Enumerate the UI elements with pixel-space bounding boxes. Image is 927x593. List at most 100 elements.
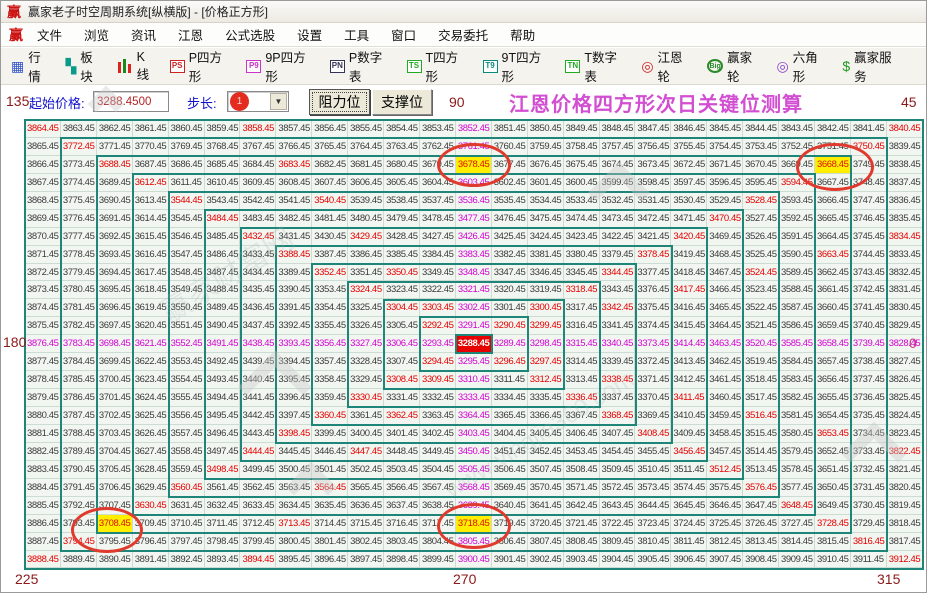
- grid-cell: 3762.45: [420, 138, 456, 156]
- grid-cell: 3767.45: [240, 138, 276, 156]
- grid-cell: 3736.45: [851, 389, 887, 407]
- toolbar-item[interactable]: T99T四方形: [483, 47, 553, 85]
- toolbar-item[interactable]: TNT数字表: [565, 47, 628, 85]
- start-price-input[interactable]: [93, 91, 169, 112]
- grid-cell: 3480.45: [348, 210, 384, 228]
- grid-cell: 3332.45: [420, 389, 456, 407]
- gann-square-cells: 3864.453863.453862.453861.453860.453859.…: [25, 120, 923, 568]
- grid-cell: 3566.45: [384, 479, 420, 497]
- grid-cell: 3721.45: [564, 515, 600, 533]
- menu-item-8[interactable]: 交易委托: [438, 25, 488, 44]
- toolbar-item[interactable]: P99P四方形: [246, 47, 317, 85]
- gann-wheel-icon: ◎: [641, 59, 653, 73]
- grid-cell: 3308.45: [384, 371, 420, 389]
- grid-cell: 3540.45: [312, 192, 348, 210]
- grid-cell: 3561.45: [205, 479, 241, 497]
- grid-cell: 3760.45: [492, 138, 528, 156]
- grid-cell: 3612.45: [133, 174, 169, 192]
- grid-cell: 3460.45: [707, 389, 743, 407]
- grid-cell: 3425.45: [492, 228, 528, 246]
- grid-cell: 3861.45: [133, 120, 169, 138]
- grid-cell: 3317.45: [564, 299, 600, 317]
- grid-cell: 3294.45: [420, 353, 456, 371]
- grid-cell: 3754.45: [707, 138, 743, 156]
- grid-cell: 3395.45: [276, 371, 312, 389]
- grid-cell: 3356.45: [312, 335, 348, 353]
- menu-item-4[interactable]: 公式选股: [225, 25, 275, 44]
- grid-cell: 3906.45: [671, 551, 707, 569]
- grid-cell: 3576.45: [743, 479, 779, 497]
- grid-cell: 3722.45: [600, 515, 636, 533]
- grid-cell: 3689.45: [97, 174, 133, 192]
- menu-item-0[interactable]: 文件: [37, 25, 62, 44]
- toolbar-item[interactable]: PNP数字表: [330, 47, 394, 85]
- grid-cell: 3334.45: [492, 389, 528, 407]
- menu-item-5[interactable]: 设置: [297, 25, 322, 44]
- toolbar-item-label: K线: [137, 50, 157, 83]
- grid-cell: 3622.45: [133, 353, 169, 371]
- toolbar-item[interactable]: Big 赢家轮: [707, 47, 763, 85]
- grid-cell: 3401.45: [384, 425, 420, 443]
- toolbar-item-label: P四方形: [189, 47, 234, 85]
- grid-cell: 3729.45: [851, 515, 887, 533]
- grid-cell: 3719.45: [492, 515, 528, 533]
- grid-cell: 3794.45: [61, 533, 97, 551]
- toolbar-item[interactable]: ◎江恩轮: [641, 47, 694, 85]
- resistance-button[interactable]: 阻力位: [309, 89, 370, 115]
- grid-cell: 3547.45: [169, 246, 205, 264]
- grid-cell: 3733.45: [851, 443, 887, 461]
- menu-item-6[interactable]: 工具: [344, 25, 369, 44]
- grid-cell: 3554.45: [169, 371, 205, 389]
- grid-cell: 3326.45: [348, 317, 384, 335]
- support-button[interactable]: 支撑位: [372, 89, 432, 115]
- grid-cell: 3843.45: [779, 120, 815, 138]
- grid-cell: 3463.45: [707, 335, 743, 353]
- grid-cell: 3303.45: [420, 299, 456, 317]
- grid-cell: 3873.45: [25, 281, 61, 299]
- grid-cell: 3328.45: [348, 353, 384, 371]
- grid-cell: 3727.45: [779, 515, 815, 533]
- step-label: 步长:: [187, 93, 217, 112]
- child-window-icon[interactable]: 赢: [9, 25, 23, 45]
- grid-cell: 3310.45: [456, 371, 492, 389]
- menu-item-1[interactable]: 浏览: [84, 25, 109, 44]
- controls-row: 135 起始价格: 步长: ▼ 1 阻力位 支撑位 90 江恩价格四方形次日关键…: [1, 85, 926, 119]
- toolbar-item[interactable]: K线: [118, 50, 157, 83]
- menu-item-7[interactable]: 窗口: [391, 25, 416, 44]
- grid-cell: 3420.45: [671, 228, 707, 246]
- grid-cell: 3778.45: [61, 246, 97, 264]
- grid-cell: 3618.45: [133, 281, 169, 299]
- winner-wheel-icon: Big: [707, 59, 723, 73]
- grid-cell: 3408.45: [635, 425, 671, 443]
- toolbar-item-label: 赢家轮: [727, 47, 763, 85]
- badge-p9: P9: [246, 60, 261, 73]
- grid-cell: 3346.45: [528, 264, 564, 282]
- chevron-down-icon[interactable]: ▼: [270, 93, 287, 110]
- grid-cell: 3864.45: [25, 120, 61, 138]
- toolbar-item[interactable]: ▚板块: [65, 47, 104, 85]
- toolbar-item[interactable]: TST四方形: [407, 47, 470, 85]
- menu-item-3[interactable]: 江恩: [178, 25, 203, 44]
- grid-cell: 3462.45: [707, 353, 743, 371]
- grid-cell: 3872.45: [25, 264, 61, 282]
- toolbar-item[interactable]: PSP四方形: [170, 47, 234, 85]
- grid-cell: 3307.45: [384, 353, 420, 371]
- toolbar-item[interactable]: ▦行情: [11, 47, 52, 85]
- grid-cell: 3882.45: [25, 443, 61, 461]
- grid-cell: 3845.45: [707, 120, 743, 138]
- grid-cell: 3761.45: [456, 138, 492, 156]
- toolbar-item[interactable]: ◎六角形: [777, 47, 830, 85]
- grid-cell: 3787.45: [61, 407, 97, 425]
- grid-cell: 3558.45: [169, 443, 205, 461]
- grid-cell: 3737.45: [851, 371, 887, 389]
- grid-cell: 3482.45: [276, 210, 312, 228]
- grid-cell: 3776.45: [61, 210, 97, 228]
- grid-cell: 3725.45: [707, 515, 743, 533]
- grid-cell: 3854.45: [384, 120, 420, 138]
- grid-cell: 3469.45: [707, 228, 743, 246]
- toolbar-item[interactable]: $赢家服务: [842, 47, 903, 85]
- menu-item-9[interactable]: 帮助: [510, 25, 535, 44]
- grid-cell: 3456.45: [671, 443, 707, 461]
- title-bar: 赢 赢家老子时空周期系统[纵横版] - [价格正方形]: [1, 1, 926, 23]
- menu-item-2[interactable]: 资讯: [131, 25, 156, 44]
